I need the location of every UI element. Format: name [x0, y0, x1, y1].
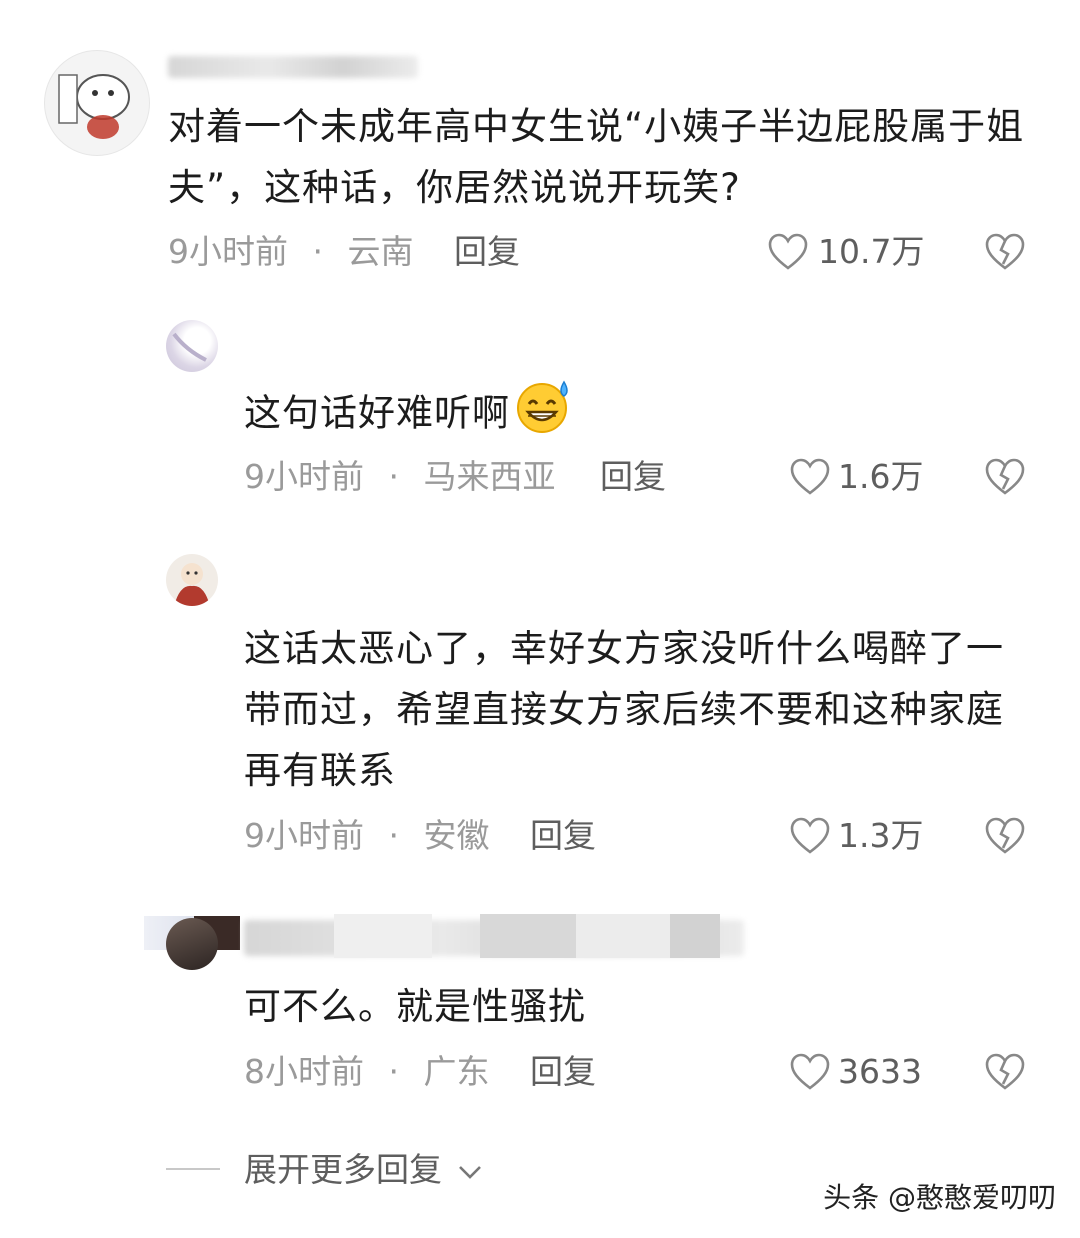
reply-button[interactable]: 回复 — [530, 1050, 596, 1094]
watermark: 头条 @憨憨爱叨叨 — [823, 1181, 1056, 1214]
broken-heart-icon[interactable] — [985, 233, 1025, 271]
reply-button[interactable]: 回复 — [454, 230, 520, 274]
expand-more-label: 展开更多回复 — [244, 1150, 442, 1189]
expand-more-replies-button[interactable]: 展开更多回复 — [244, 1148, 483, 1192]
avatar[interactable] — [44, 50, 150, 156]
redaction-block — [480, 914, 576, 958]
like-count: 1.3万 — [838, 816, 924, 855]
avatar[interactable] — [166, 320, 218, 372]
comment-text: 对着一个未成年高中女生说“小姨子半边屁股属于姐夫”，这种话，你居然说说开玩笑? — [168, 105, 1025, 209]
reply-time: 8小时前 — [244, 1052, 364, 1091]
reply-text: 可不么。就是性骚扰 — [244, 985, 586, 1028]
meta-separator: · — [388, 816, 400, 855]
reply-meta: 9小时前 · 安徽 — [244, 814, 490, 858]
heart-outline-icon[interactable] — [768, 233, 808, 271]
reply-text: 这话太恶心了，幸好女方家没听什么喝醉了一带而过，希望直接女方家后续不要和这种家庭… — [244, 627, 1004, 792]
redaction-block — [576, 914, 670, 958]
reply-location: 广东 — [423, 1052, 490, 1091]
meta-separator: · — [312, 232, 324, 271]
reply-time: 9小时前 — [244, 816, 364, 855]
chevron-down-icon — [458, 1165, 481, 1179]
meta-separator: · — [388, 457, 400, 496]
comment-location: 云南 — [347, 232, 414, 271]
broken-heart-icon[interactable] — [985, 1053, 1025, 1091]
heart-outline-icon[interactable] — [790, 458, 830, 496]
reply-text: 这句话好难听啊 — [244, 378, 1004, 452]
avatar[interactable] — [166, 918, 218, 970]
reply-meta: 8小时前 · 广东 — [244, 1050, 490, 1094]
reply-button[interactable]: 回复 — [530, 814, 596, 858]
reply-time: 9小时前 — [244, 457, 364, 496]
redaction-block — [670, 914, 720, 958]
meta-separator: · — [388, 1052, 400, 1091]
reply-text-content: 这句话好难听啊 — [244, 391, 510, 435]
sweat-smile-emoji — [514, 378, 574, 452]
expand-divider — [166, 1168, 220, 1170]
broken-heart-icon[interactable] — [985, 817, 1025, 855]
like-count: 1.6万 — [838, 457, 924, 496]
username-redacted[interactable] — [168, 56, 418, 78]
like-count: 10.7万 — [818, 232, 925, 271]
broken-heart-icon[interactable] — [985, 458, 1025, 496]
comment-time: 9小时前 — [168, 232, 288, 271]
redaction-block — [334, 914, 432, 958]
heart-outline-icon[interactable] — [790, 817, 830, 855]
reply-location: 安徽 — [423, 816, 490, 855]
comment-meta: 9小时前 · 云南 — [168, 230, 414, 274]
reply-meta: 9小时前 · 马来西亚 — [244, 455, 556, 499]
reply-location: 马来西亚 — [423, 457, 556, 496]
like-count: 3633 — [838, 1052, 922, 1091]
heart-outline-icon[interactable] — [790, 1053, 830, 1091]
reply-button[interactable]: 回复 — [600, 455, 666, 499]
avatar[interactable] — [166, 554, 218, 606]
